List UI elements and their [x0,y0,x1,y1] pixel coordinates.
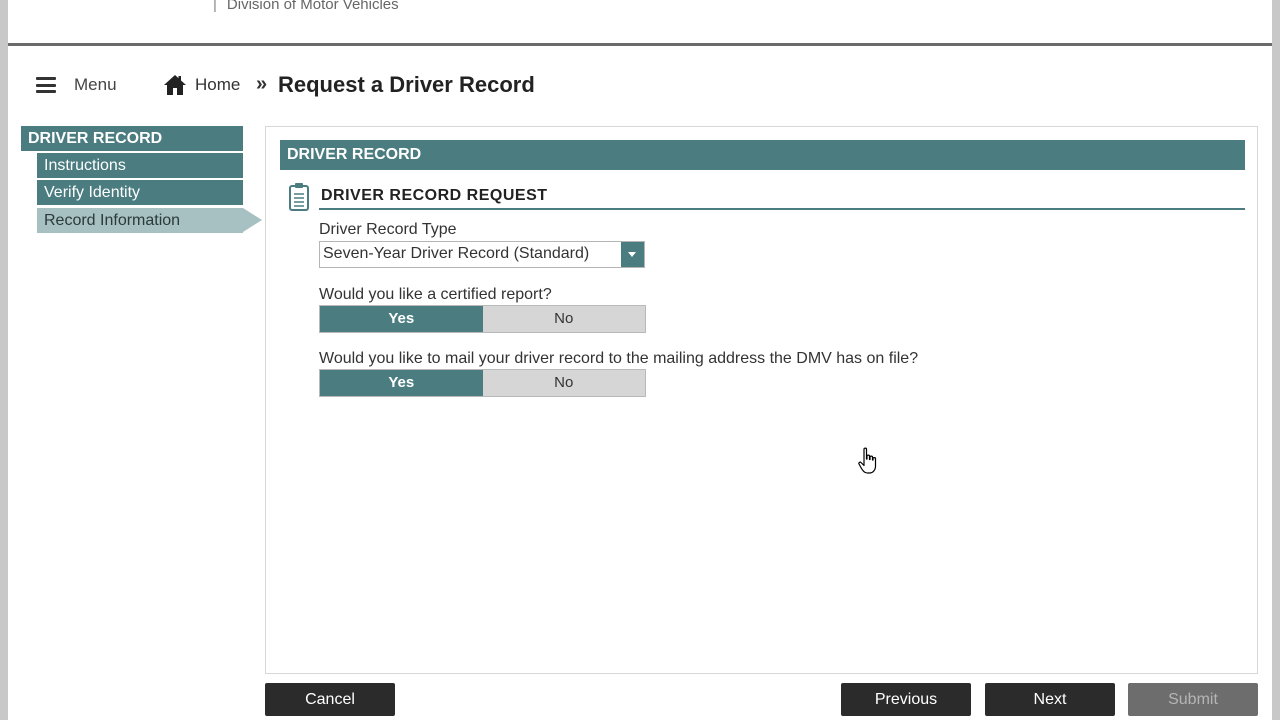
certified-question: Would you like a certified report? [319,286,552,303]
window-frame-left [0,0,8,720]
content-panel: DRIVER RECORD DRIVER RECORD REQUEST Driv… [265,126,1258,674]
page-title: Request a Driver Record [278,72,535,97]
site-header: | Division of Motor Vehicles [8,0,1272,43]
next-button[interactable]: Next [985,683,1115,716]
certified-yes-button[interactable]: Yes [320,306,483,332]
previous-button[interactable]: Previous [841,683,971,716]
clipboard-icon [289,183,309,211]
sidebar-item-verify-identity[interactable]: Verify Identity [37,180,243,205]
header-divider: | [213,0,217,13]
record-type-label: Driver Record Type [319,221,457,238]
window-frame-right [1272,0,1280,720]
section-title: DRIVER RECORD [280,140,1245,170]
home-icon [164,75,186,95]
subsection-rule [319,208,1245,210]
breadcrumb-bar: Menu Home » Request a Driver Record [8,46,1272,126]
agency-name: | Division of Motor Vehicles [213,0,399,13]
mail-question: Would you like to mail your driver recor… [319,350,919,367]
hamburger-icon [36,77,56,93]
menu-label: Menu [74,75,117,94]
breadcrumb-home-link[interactable]: Home [163,74,240,96]
chevron-down-icon[interactable] [621,242,644,267]
sidebar-item-record-information[interactable]: Record Information [37,208,262,233]
mail-no-button[interactable]: No [482,370,645,396]
menu-button[interactable]: Menu [36,75,117,95]
certified-no-button[interactable]: No [482,306,645,332]
record-type-select[interactable]: Seven-Year Driver Record (Standard) [319,241,645,268]
cancel-button[interactable]: Cancel [265,683,395,716]
subsection-title: DRIVER RECORD REQUEST [321,187,548,204]
certified-toggle: Yes No [319,305,646,333]
breadcrumb-separator: » [256,73,268,95]
hand-cursor-icon [858,447,877,474]
mail-toggle: Yes No [319,369,646,397]
record-type-value: Seven-Year Driver Record (Standard) [323,245,590,262]
mail-yes-button[interactable]: Yes [320,370,483,396]
home-label: Home [195,75,241,94]
submit-button[interactable]: Submit [1128,683,1258,716]
sidebar-item-instructions[interactable]: Instructions [37,153,243,178]
division-text: Division of Motor Vehicles [226,0,399,13]
sidebar-heading: DRIVER RECORD [21,126,243,151]
